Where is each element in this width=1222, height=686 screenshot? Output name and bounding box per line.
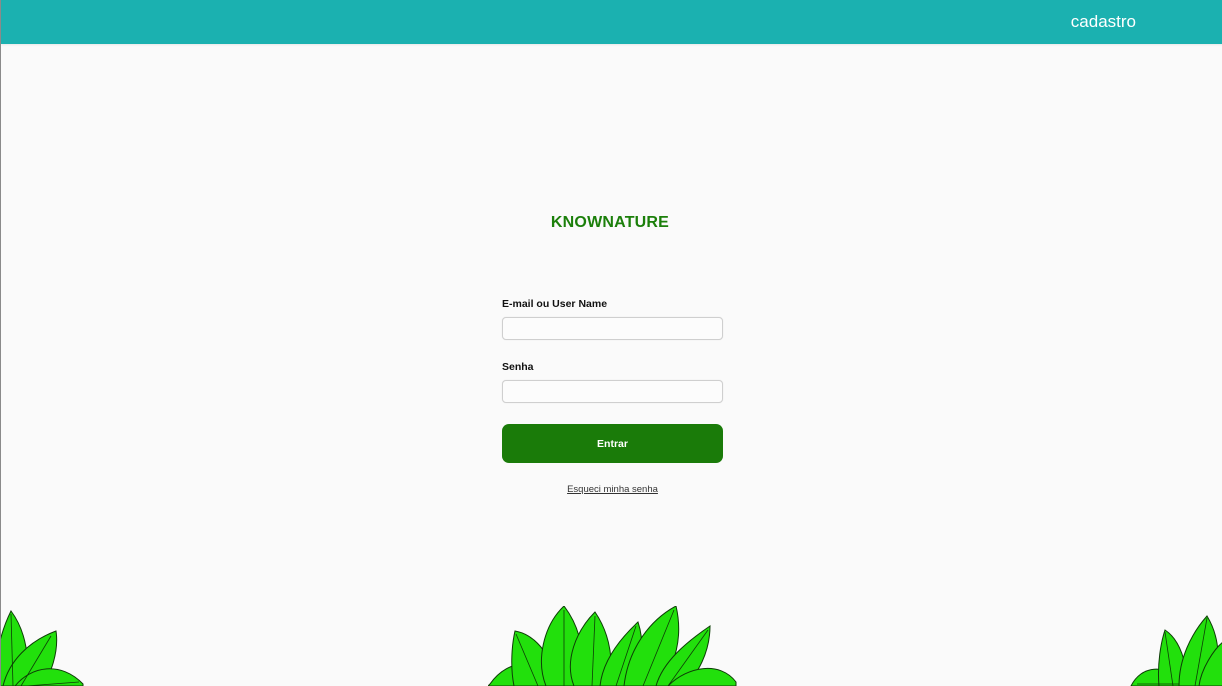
login-form: E-mail ou User Name Senha Entrar Esqueci… [502, 297, 723, 495]
entrar-button[interactable]: Entrar [502, 424, 723, 463]
leaf-cluster-center-icon [488, 606, 738, 686]
email-input[interactable] [502, 317, 723, 340]
brand-title: KNOWNATURE [550, 214, 670, 231]
email-label: E-mail ou User Name [502, 298, 608, 310]
leaf-cluster-left-icon [1, 606, 87, 686]
login-page: cadastro KNOWNATURE E-mail ou User Name … [0, 0, 1222, 686]
password-label: Senha [502, 361, 534, 373]
forgot-password-link[interactable]: Esqueci minha senha [502, 484, 723, 495]
leaf-cluster-right-icon [1129, 614, 1222, 686]
top-navbar: cadastro [1, 0, 1222, 44]
cadastro-link[interactable]: cadastro [1071, 12, 1136, 32]
password-group: Senha [502, 360, 723, 403]
password-input[interactable] [502, 380, 723, 403]
